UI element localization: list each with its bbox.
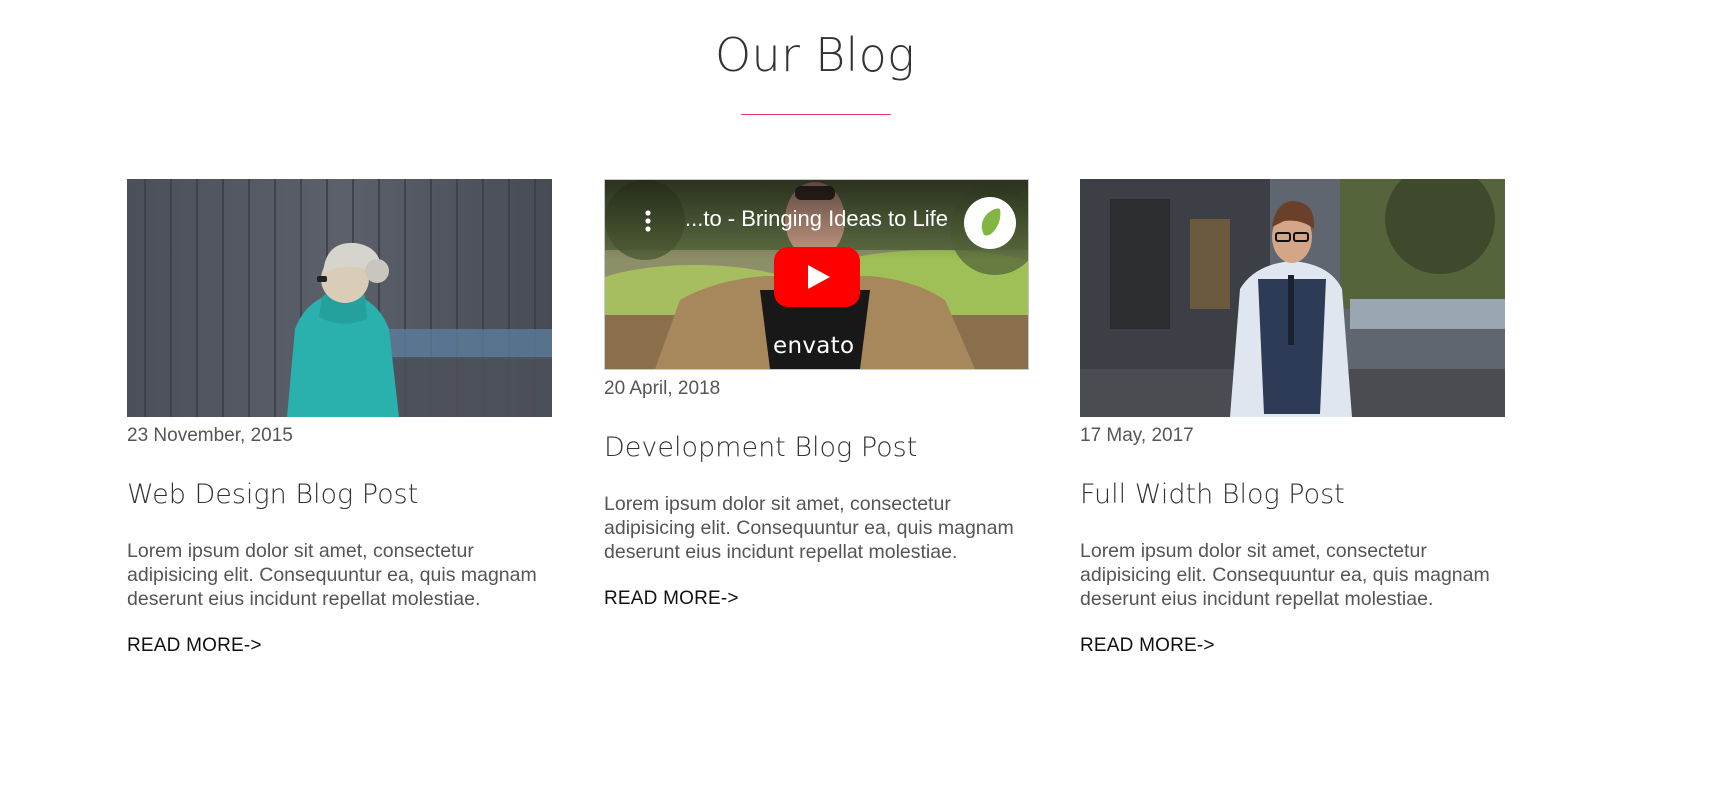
blog-card-development: ...to - Bringing Ideas to Life envato 20… xyxy=(604,179,1029,610)
post-date: 17 May, 2017 xyxy=(1080,425,1194,446)
video-player[interactable]: ...to - Bringing Ideas to Life envato xyxy=(604,179,1029,370)
read-more-link[interactable]: READ MORE-> xyxy=(127,635,262,657)
post-title[interactable]: Web Design Blog Post xyxy=(127,478,552,512)
post-excerpt: Lorem ipsum dolor sit amet, consectetur … xyxy=(127,540,537,610)
post-date: 20 April, 2018 xyxy=(604,378,721,399)
youtube-play-icon[interactable] xyxy=(774,247,860,307)
envato-overlay-text: envato xyxy=(773,333,855,359)
person-in-teal-jacket-photo xyxy=(127,179,552,417)
more-vert-icon[interactable] xyxy=(645,210,651,232)
man-in-vest-street-photo xyxy=(1080,179,1505,417)
post-date: 23 November, 2015 xyxy=(127,425,293,446)
title-underline xyxy=(741,114,891,115)
blog-card-web-design: 23 November, 2015 Web Design Blog Post L… xyxy=(127,179,552,657)
channel-avatar[interactable] xyxy=(964,197,1016,249)
post-title[interactable]: Full Width Blog Post xyxy=(1080,478,1505,512)
post-title[interactable]: Development Blog Post xyxy=(604,431,1029,465)
video-title[interactable]: ...to - Bringing Ideas to Life xyxy=(685,206,948,232)
post-excerpt: Lorem ipsum dolor sit amet, consectetur … xyxy=(1080,540,1490,610)
post-image[interactable] xyxy=(127,179,552,417)
envato-leaf-icon xyxy=(981,208,1001,236)
section-title: Our Blog xyxy=(715,28,915,82)
post-image[interactable] xyxy=(1080,179,1505,417)
blog-card-full-width: 17 May, 2017 Full Width Blog Post Lorem … xyxy=(1080,179,1505,657)
read-more-link[interactable]: READ MORE-> xyxy=(604,588,739,610)
read-more-link[interactable]: READ MORE-> xyxy=(1080,635,1215,657)
post-excerpt: Lorem ipsum dolor sit amet, consectetur … xyxy=(604,493,1014,563)
